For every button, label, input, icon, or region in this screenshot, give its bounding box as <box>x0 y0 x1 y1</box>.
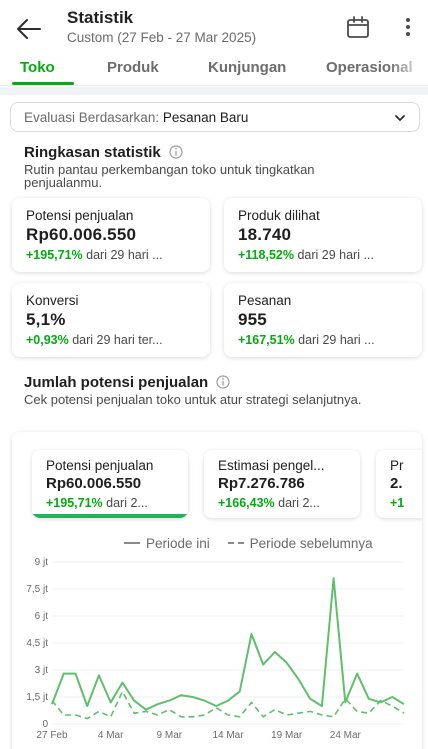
legend-solid-swatch <box>124 542 140 544</box>
metric-card-value: 2. <box>390 475 403 492</box>
app-header: Statistik Custom (27 Feb - 27 Mar 2025) <box>0 0 428 48</box>
metric-card-pct: +1 <box>390 496 405 510</box>
y-tick-label: 3 jt <box>35 665 49 676</box>
stat-card-pct: +118,52% <box>238 248 294 262</box>
stat-card-pct: +167,51% <box>238 333 295 347</box>
tab-kunjungan[interactable]: Kunjungan <box>208 59 286 76</box>
more-vertical-icon[interactable] <box>400 12 416 42</box>
stat-card-change: +0,93% dari 29 hari ter... <box>26 333 163 347</box>
stat-card-value: 5,1% <box>26 310 66 329</box>
x-tick-label: 24 Mar <box>330 730 362 741</box>
evaluation-prefix: Evaluasi Berdasarkan: <box>24 110 163 125</box>
stat-card-change: +195,71% dari 29 hari ... <box>26 248 163 262</box>
stat-card-produk-dilihat[interactable]: Produk dilihat 18.740 +118,52% dari 29 h… <box>224 198 422 272</box>
summary-description: Rutin pantau perkembangan toko untuk tin… <box>24 162 315 190</box>
stat-card-compare: dari 29 hari ter... <box>68 333 163 347</box>
x-tick-label: 14 Mar <box>212 730 244 741</box>
calendar-icon[interactable] <box>344 14 372 42</box>
evaluation-select-text: Evaluasi Berdasarkan: Pesanan Baru <box>24 110 248 125</box>
stat-card-label: Produk dilihat <box>238 208 320 223</box>
sales-description: Cek potensi penjualan toko untuk atur st… <box>24 392 362 407</box>
metric-card-compare: dari 2... <box>102 496 148 510</box>
sales-title-text: Jumlah potensi penjualan <box>24 374 209 391</box>
info-icon[interactable] <box>169 145 183 159</box>
tab-bar: Toko Produk Kunjungan Operasional <box>0 54 428 86</box>
metric-card-estimasi-pengeluaran[interactable]: Estimasi pengel... Rp7.276.786 +166,43% … <box>204 450 360 518</box>
sales-line-chart: 0 1,5 jt 3 jt 4,5 jt 6 jt 7,5 jt 9 jt 27 Feb 4 M… <box>26 557 405 741</box>
active-tab-indicator <box>12 82 74 85</box>
metric-card-change: +1 <box>390 496 404 510</box>
section-divider <box>0 87 428 95</box>
y-tick-label: 9 jt <box>35 557 49 568</box>
stat-card-label: Pesanan <box>238 293 292 308</box>
metric-card-label: Estimasi pengel... <box>218 458 325 473</box>
stat-card-pct: +195,71% <box>26 248 83 262</box>
stat-card-konversi[interactable]: Konversi 5,1% +0,93% dari 29 hari ter... <box>12 283 210 357</box>
summary-title: Ringkasan statistik <box>24 144 183 161</box>
stat-card-value: 955 <box>238 310 267 329</box>
chart-legend: Periode ini Periode sebelumnya <box>124 532 387 551</box>
stat-card-compare: dari 29 hari ... <box>82 248 163 262</box>
date-range-label[interactable]: Custom (27 Feb - 27 Mar 2025) <box>67 30 256 45</box>
selected-metric-indicator <box>32 514 188 518</box>
stat-card-value: Rp60.006.550 <box>26 225 137 244</box>
y-tick-label: 1,5 jt <box>26 692 48 703</box>
series-line-previous <box>51 690 405 720</box>
tab-produk[interactable]: Produk <box>107 59 159 76</box>
metric-card-change: +195,71% dari 2... <box>46 496 148 510</box>
metric-card-label: Pr <box>390 458 404 473</box>
legend-current: Periode ini <box>124 536 210 551</box>
stat-card-pct: +0,93% <box>26 333 69 347</box>
x-tick-label: 27 Feb <box>36 730 68 741</box>
y-tick-label: 7,5 jt <box>26 584 48 595</box>
metric-card-partial[interactable]: Pr 2. +1 <box>376 450 422 518</box>
evaluation-value: Pesanan Baru <box>162 110 249 125</box>
summary-title-text: Ringkasan statistik <box>24 144 161 161</box>
legend-previous: Periode sebelumnya <box>227 535 373 551</box>
metric-card-value: Rp7.276.786 <box>218 475 305 492</box>
stat-card-change: +167,51% dari 29 hari ... <box>238 333 375 347</box>
legend-current-label: Periode ini <box>146 535 210 551</box>
y-tick-label: 6 jt <box>35 611 49 622</box>
stat-card-label: Potensi penjualan <box>26 208 134 223</box>
legend-dashed-swatch <box>227 542 244 544</box>
series-line-current <box>51 577 405 711</box>
metric-card-label: Potensi penjualan <box>46 458 154 473</box>
x-tick-label: 4 Mar <box>98 730 124 741</box>
tab-fade <box>388 54 428 85</box>
sales-title: Jumlah potensi penjualan <box>24 374 230 391</box>
stat-card-label: Konversi <box>26 293 79 308</box>
info-icon[interactable] <box>216 375 230 389</box>
x-tick-label: 9 Mar <box>157 730 183 741</box>
page-title: Statistik <box>67 8 134 27</box>
y-tick-label: 4,5 jt <box>26 638 48 649</box>
metric-card-value: Rp60.006.550 <box>46 475 142 492</box>
stat-card-pesanan[interactable]: Pesanan 955 +167,51% dari 29 hari ... <box>224 283 422 357</box>
chevron-down-icon <box>395 115 405 121</box>
y-tick-label: 0 <box>42 719 48 730</box>
metric-card-pct: +195,71% <box>46 496 103 510</box>
x-tick-label: 19 Mar <box>271 730 303 741</box>
metric-card-compare: dari 2... <box>274 496 320 510</box>
tab-toko[interactable]: Toko <box>20 59 55 76</box>
metric-card-change: +166,43% dari 2... <box>218 496 320 510</box>
stat-card-compare: dari 29 hari ... <box>293 248 374 262</box>
stat-card-potensi-penjualan[interactable]: Potensi penjualan Rp60.006.550 +195,71% … <box>12 198 210 272</box>
stat-card-change: +118,52% dari 29 hari ... <box>238 248 374 262</box>
legend-previous-label: Periode sebelumnya <box>249 535 373 551</box>
metric-card-potensi-penjualan[interactable]: Potensi penjualan Rp60.006.550 +195,71% … <box>32 450 188 518</box>
stat-card-value: 18.740 <box>238 225 292 244</box>
evaluation-select[interactable]: Evaluasi Berdasarkan: Pesanan Baru <box>10 102 420 132</box>
stat-card-compare: dari 29 hari ... <box>294 333 375 347</box>
metric-card-pct: +166,43% <box>218 496 275 510</box>
back-arrow-icon[interactable] <box>14 14 44 44</box>
sales-chart-panel: Potensi penjualan Rp60.006.550 +195,71% … <box>12 432 422 749</box>
